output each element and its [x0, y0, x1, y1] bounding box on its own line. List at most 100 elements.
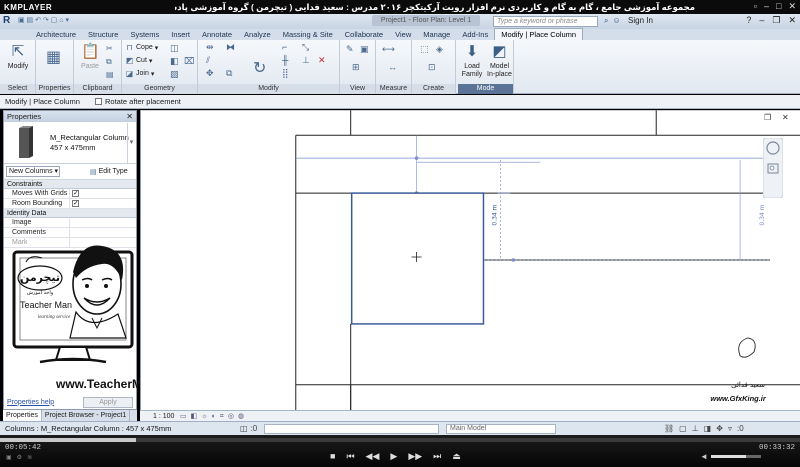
offset-icon[interactable]: ⫽: [206, 55, 210, 66]
paste-button[interactable]: 📋 Paste: [78, 43, 102, 71]
close-icon[interactable]: ✕: [788, 1, 796, 12]
property-value[interactable]: [70, 218, 136, 227]
properties-icon[interactable]: ▦: [46, 47, 61, 67]
drag-elements-icon[interactable]: ✥: [716, 422, 723, 435]
join-button[interactable]: ◪ Join ▾: [125, 69, 155, 78]
select-underlay-icon[interactable]: ▢: [679, 422, 687, 435]
select-by-face-icon[interactable]: ◨: [704, 422, 712, 435]
linework-icon[interactable]: ⊞: [352, 62, 360, 73]
type-selector[interactable]: M_Rectangular Column 457 x 475mm ▾: [4, 122, 136, 164]
dimension-label-right[interactable]: 0.34 m: [759, 204, 766, 225]
rewind-icon[interactable]: ◀◀: [366, 451, 380, 462]
worksets-icon[interactable]: ◫: [240, 422, 248, 435]
modify-button[interactable]: ⇱ Modify: [4, 43, 32, 71]
stop-icon[interactable]: ■: [330, 451, 335, 462]
cut-geometry-button[interactable]: ◩ Cut ▾: [125, 56, 153, 65]
sign-in-button[interactable]: Sign In: [628, 16, 653, 25]
edit-type-button[interactable]: ▤ Edit Type: [90, 168, 128, 176]
delete-icon[interactable]: ✕: [318, 55, 326, 66]
create-assembly-icon[interactable]: ⬚: [420, 44, 429, 55]
drawing-canvas[interactable]: 0.34 m 0.34 m سعید فدائی www.GfxKing.ir: [140, 110, 800, 411]
eject-icon[interactable]: ⏏: [452, 451, 461, 462]
wall-joins-icon[interactable]: ◧: [170, 56, 179, 67]
property-group-header[interactable]: Constraints: [4, 180, 136, 189]
speaker-icon[interactable]: ◄: [700, 452, 708, 461]
tab-architecture[interactable]: Architecture: [30, 29, 82, 40]
cut-scissors-icon[interactable]: ✂: [106, 44, 113, 53]
split-face-icon[interactable]: ◫: [170, 43, 179, 54]
tab-view[interactable]: View: [389, 29, 417, 40]
tab-modify-place-column[interactable]: Modify | Place Column: [494, 28, 584, 40]
revit-app-menu-icon[interactable]: R: [3, 15, 10, 26]
workset-selector[interactable]: [264, 424, 439, 434]
help-icon[interactable]: ?: [746, 15, 751, 26]
split-icon[interactable]: ╫: [282, 55, 288, 65]
array-icon[interactable]: ⣿: [282, 68, 289, 79]
close-icon[interactable]: ✕: [788, 15, 796, 26]
previous-icon[interactable]: ⏮: [346, 451, 354, 462]
view-close-icon[interactable]: ✕: [782, 113, 789, 122]
tab-analyze[interactable]: Analyze: [238, 29, 277, 40]
seek-bar[interactable]: [0, 438, 800, 442]
property-checkbox[interactable]: ✓: [70, 189, 136, 198]
load-family-button[interactable]: ⬇ Load Family: [460, 43, 484, 79]
aligned-dimension-icon[interactable]: ↔: [388, 62, 397, 72]
rotate-after-placement-option[interactable]: Rotate after placement: [95, 97, 181, 106]
tab-annotate[interactable]: Annotate: [196, 29, 238, 40]
restore-icon[interactable]: ❐: [772, 15, 780, 26]
properties-help-link[interactable]: Properties help: [7, 399, 54, 406]
next-icon[interactable]: ⏭: [433, 451, 441, 462]
type-dropdown-icon[interactable]: ▾: [127, 123, 135, 163]
tab-project-browser[interactable]: Project Browser - Project1: [42, 410, 131, 421]
property-group-header[interactable]: Identity Data: [4, 209, 136, 218]
property-checkbox[interactable]: ✓: [70, 199, 136, 208]
align-icon[interactable]: ⇹: [206, 42, 214, 53]
paint-icon[interactable]: ▨: [170, 69, 179, 80]
subtitle-icon[interactable]: ▣: [6, 454, 12, 461]
create-parts-icon[interactable]: ◈: [436, 44, 443, 55]
create-group-icon[interactable]: ⊡: [428, 62, 436, 73]
tab-properties[interactable]: Properties: [3, 410, 42, 421]
view-restore-icon[interactable]: ❐: [764, 113, 771, 122]
design-option-selector[interactable]: Main Model: [446, 424, 556, 434]
match-type-icon[interactable]: ▤: [106, 70, 114, 79]
minimize-icon[interactable]: –: [764, 1, 769, 12]
model-inplace-button[interactable]: ◩ Model In-place: [486, 43, 513, 79]
tab-massing-site[interactable]: Massing & Site: [277, 29, 339, 40]
measure-icon[interactable]: ⟷: [382, 44, 395, 55]
demolish-icon[interactable]: ⌧: [184, 56, 194, 67]
search-input[interactable]: Type a keyword or phrase: [493, 16, 598, 27]
pin-element-icon[interactable]: ⊥: [302, 55, 310, 66]
maximize-icon[interactable]: □: [776, 1, 781, 12]
apply-button[interactable]: Apply: [83, 396, 133, 408]
column-preview[interactable]: [350, 192, 485, 325]
settings-icon[interactable]: ⚙: [17, 454, 22, 461]
tab-structure[interactable]: Structure: [82, 29, 124, 40]
hide-element-icon[interactable]: ✎: [346, 44, 354, 55]
select-panel-label[interactable]: Select: [0, 84, 35, 94]
tab-systems[interactable]: Systems: [124, 29, 165, 40]
equalizer-icon[interactable]: ≋: [27, 454, 32, 461]
dimension-label-left[interactable]: 0.34 m: [491, 204, 498, 225]
select-links-icon[interactable]: ⛓: [664, 422, 674, 435]
tab-collaborate[interactable]: Collaborate: [339, 29, 389, 40]
user-icon[interactable]: ☺: [612, 16, 620, 26]
checkbox-icon[interactable]: ✓: [72, 199, 79, 207]
rotate-after-placement-checkbox[interactable]: [95, 98, 102, 105]
override-graphics-icon[interactable]: ▣: [360, 44, 369, 55]
quick-access-icons[interactable]: ▣ ▤ ↶ ↷ ▢ ⌂ ▾: [18, 16, 69, 24]
trim-icon[interactable]: ⌐: [282, 42, 287, 52]
copy-icon[interactable]: ⧉: [106, 57, 112, 67]
minimize-icon[interactable]: –: [759, 15, 764, 26]
forward-icon[interactable]: ▶▶: [408, 451, 422, 462]
play-icon[interactable]: ▶: [390, 451, 397, 462]
tab-insert[interactable]: Insert: [165, 29, 196, 40]
checkbox-icon[interactable]: ✓: [72, 189, 79, 197]
worksets-counter-icon[interactable]: :0: [251, 422, 258, 435]
copy-element-icon[interactable]: ⧉: [226, 68, 232, 79]
rotate-icon[interactable]: ↻: [253, 58, 266, 78]
tab-add-ins[interactable]: Add-Ins: [456, 29, 494, 40]
move-icon[interactable]: ✥: [206, 68, 214, 79]
instance-filter-select[interactable]: New Columns: [6, 166, 60, 177]
scale-icon[interactable]: ⤡: [302, 42, 309, 53]
